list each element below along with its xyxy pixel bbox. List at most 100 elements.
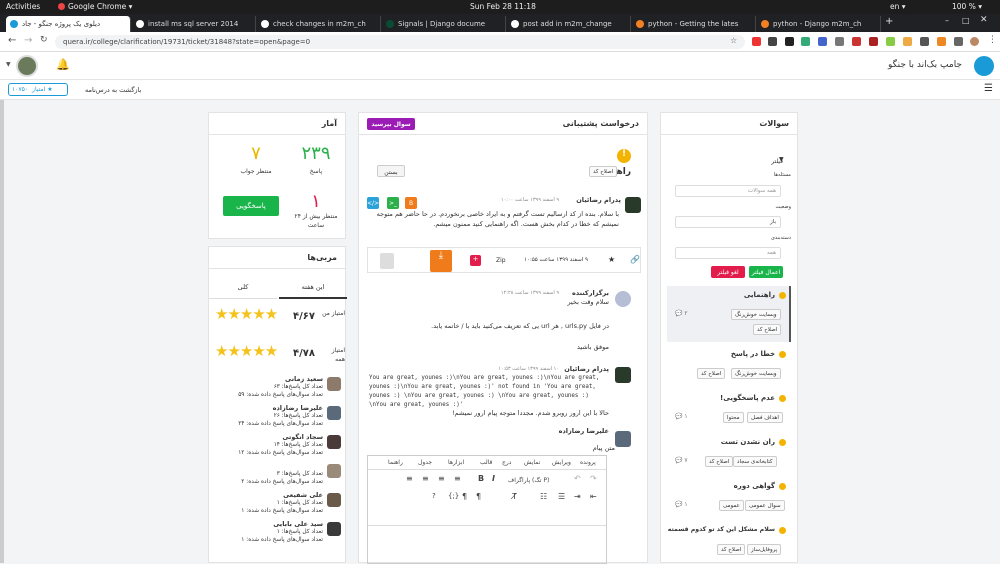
italic-icon[interactable]: I <box>492 474 495 483</box>
extension-icon[interactable] <box>852 37 861 46</box>
extension-icon[interactable] <box>752 37 761 46</box>
score-badge[interactable]: ۱۰۷۵۰ امتیاز ★ <box>8 83 68 96</box>
page-scrollbar[interactable] <box>0 100 4 563</box>
activities-button[interactable]: Activities <box>6 2 40 11</box>
back-to-course-link[interactable]: بازگشت به درس‌نامه <box>85 86 141 94</box>
browser-tab[interactable]: Signals | Django docume <box>382 16 506 32</box>
extension-icon[interactable] <box>835 37 844 46</box>
extension-icon[interactable] <box>920 37 929 46</box>
notification-bell-icon[interactable]: 🔔 <box>56 58 70 71</box>
question-item[interactable]: خطا در پاسخ وبسایت خوش‌رنگ اصلاح کد <box>667 345 791 385</box>
paragraph-select[interactable]: پاراگراف (تگ P) <box>508 477 549 484</box>
address-bar[interactable]: quera.ir/college/clarification/19731/tic… <box>55 35 745 49</box>
clear-format-icon[interactable]: T̸ <box>512 492 517 501</box>
bold-icon[interactable]: B <box>478 474 484 483</box>
code-icon[interactable]: </> <box>367 197 379 209</box>
hamburger-menu-icon[interactable]: ☰ <box>984 83 993 94</box>
browser-tab[interactable]: دیلوی یک پروژه جنگو - جاد <box>6 16 131 32</box>
browser-tab[interactable]: python - Getting the lates <box>632 16 756 32</box>
extension-icon[interactable] <box>903 37 912 46</box>
answer-button[interactable]: پاسخگویی <box>223 196 279 216</box>
tab-all[interactable]: کلی <box>209 275 277 299</box>
battery-indicator[interactable]: 100 % ▾ <box>952 2 982 11</box>
indent-icon[interactable]: ⇥ <box>574 492 581 501</box>
source-code-icon[interactable]: {;} <box>448 492 459 500</box>
course-title[interactable]: جامپ بک‌اند با جنگو <box>840 60 962 70</box>
extension-icon[interactable] <box>886 37 895 46</box>
download-icon[interactable]: ⤓ <box>430 250 452 272</box>
question-item[interactable]: عدم پاسخگویی! اهداف فصل محتوا 💬 ۱ <box>667 389 791 429</box>
question-item[interactable]: سلام مشکل این کد تو کدوم قسمته پروفایل‌س… <box>667 521 791 561</box>
outdent-icon[interactable]: ⇤ <box>590 492 597 501</box>
question-title: ران نشدن تست <box>720 438 775 446</box>
minimize-icon[interactable]: – <box>945 16 949 25</box>
align-left-icon[interactable]: ≡ <box>454 474 461 483</box>
delete-icon[interactable]: + <box>470 255 481 266</box>
align-center-icon[interactable]: ≡ <box>438 474 445 483</box>
close-window-icon[interactable]: ✕ <box>980 15 988 25</box>
profile-avatar-icon[interactable] <box>970 37 979 46</box>
file-icon[interactable] <box>380 253 394 269</box>
numbered-list-icon[interactable]: ☰ <box>558 492 565 501</box>
clear-filter-button[interactable]: لغو فیلتر <box>711 266 745 278</box>
browser-tab[interactable]: python - Django m2m_ch <box>757 16 881 32</box>
menu-table[interactable]: جدول <box>418 459 432 466</box>
menu-insert[interactable]: درج <box>502 459 511 466</box>
language-indicator[interactable]: en ▾ <box>890 2 906 11</box>
extensions-puzzle-icon[interactable] <box>954 37 963 46</box>
star-icon[interactable]: ★ <box>608 255 615 264</box>
ltr-direction-icon[interactable]: ¶ <box>462 492 467 501</box>
filter-category-select[interactable]: همه <box>675 247 781 259</box>
message-text: سلام وقت بخیر <box>567 298 609 306</box>
extension-icon[interactable] <box>768 37 777 46</box>
question-item[interactable]: ران نشدن تست کتابخانه‌ی سجاد اصلاح کد 💬 … <box>667 433 791 473</box>
back-icon[interactable]: ← <box>8 35 16 46</box>
clock[interactable]: Sun Feb 28 11:18 <box>470 2 536 11</box>
kebab-menu-icon[interactable]: ⋮ <box>988 35 997 45</box>
menu-view[interactable]: نمایش <box>524 459 540 466</box>
b-icon[interactable]: B <box>405 197 417 209</box>
chevron-down-icon[interactable]: ▼ <box>6 61 11 68</box>
rtl-direction-icon[interactable]: ¶ <box>476 492 481 501</box>
extension-icon[interactable] <box>818 37 827 46</box>
extension-icon[interactable] <box>801 37 810 46</box>
filter-problems-select[interactable]: همه سوالات <box>675 185 781 197</box>
maximize-icon[interactable]: □ <box>962 16 970 25</box>
menu-tools[interactable]: ابزارها <box>448 459 464 466</box>
extension-icon[interactable] <box>937 37 946 46</box>
help-icon[interactable]: ? <box>432 492 436 500</box>
filter-toggle[interactable]: فیلتر <box>743 158 783 165</box>
new-tab-icon[interactable]: + <box>885 16 893 27</box>
undo-icon[interactable]: ↶ <box>574 474 581 483</box>
extension-icon[interactable] <box>869 37 878 46</box>
forward-icon[interactable]: → <box>24 35 32 46</box>
apply-filter-button[interactable]: اعمال فیلتر <box>749 266 783 278</box>
redo-icon[interactable]: ↷ <box>590 474 597 483</box>
align-right-icon[interactable]: ≡ <box>422 474 429 483</box>
tab-this-week[interactable]: این هفته <box>279 275 347 299</box>
align-justify-icon[interactable]: ≡ <box>406 474 413 483</box>
filter-status-select[interactable]: باز <box>675 216 781 228</box>
question-item-active[interactable]: راهنمایی وبسایت خوش‌رنگ اصلاح کد 💬 ۲ <box>667 286 791 342</box>
browser-tab[interactable]: post add in m2m_change <box>507 16 631 32</box>
bookmark-star-icon[interactable]: ☆ <box>730 36 737 45</box>
menu-format[interactable]: قالب <box>480 459 492 466</box>
reply-count: 💬 ۱ <box>675 501 688 508</box>
menu-help[interactable]: راهنما <box>388 459 403 466</box>
menu-file[interactable]: پرونده <box>580 459 596 466</box>
bullet-list-icon[interactable]: ☷ <box>540 492 547 501</box>
question-item[interactable]: گواهی دوره سوال عمومی عمومی 💬 ۱ <box>667 477 791 517</box>
close-ticket-button[interactable]: بستن <box>377 165 405 177</box>
menu-edit[interactable]: ویرایش <box>552 459 571 466</box>
extension-icon[interactable] <box>785 37 794 46</box>
browser-tab[interactable]: install ms sql server 2014 <box>132 16 256 32</box>
rich-text-editor[interactable]: پرونده ویرایش نمایش درج قالب ابزارها جدو… <box>367 455 607 564</box>
ticket-tag[interactable]: اصلاح کد <box>589 166 618 177</box>
reload-icon[interactable]: ↻ <box>40 35 48 45</box>
user-avatar[interactable] <box>16 55 38 77</box>
browser-tab[interactable]: check changes in m2m_ch <box>257 16 381 32</box>
quera-logo[interactable] <box>974 56 994 76</box>
ask-question-button[interactable]: سوال بپرسید <box>367 118 415 130</box>
terminal-icon[interactable]: >_ <box>387 197 399 209</box>
app-menu[interactable]: Google Chrome ▾ <box>68 2 132 11</box>
